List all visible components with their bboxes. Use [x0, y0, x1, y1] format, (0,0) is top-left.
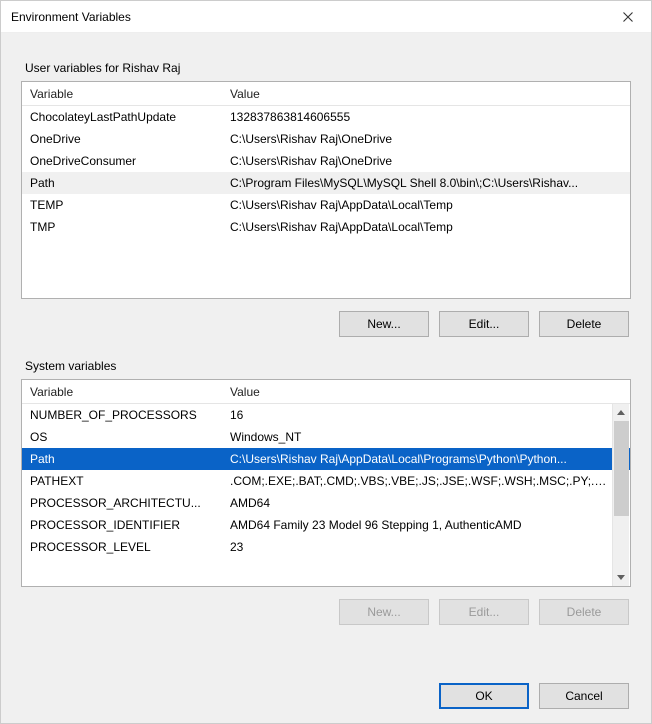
table-row[interactable]: OneDriveConsumerC:\Users\Rishav Raj\OneD…: [22, 150, 630, 172]
user-list-header[interactable]: Variable Value: [22, 82, 630, 106]
cancel-button[interactable]: Cancel: [539, 683, 629, 709]
chevron-down-icon: [617, 575, 625, 580]
cell-value: C:\Users\Rishav Raj\OneDrive: [222, 129, 630, 149]
scroll-down-arrow[interactable]: [613, 569, 629, 586]
cell-variable: PROCESSOR_ARCHITECTU...: [22, 493, 222, 513]
cell-variable: PROCESSOR_LEVEL: [22, 537, 222, 557]
table-row[interactable]: ChocolateyLastPathUpdate1328378638146065…: [22, 106, 630, 128]
system-col-value[interactable]: Value: [222, 381, 630, 403]
table-row[interactable]: TMPC:\Users\Rishav Raj\AppData\Local\Tem…: [22, 216, 630, 238]
scroll-thumb[interactable]: [614, 421, 629, 516]
user-new-button[interactable]: New...: [339, 311, 429, 337]
scroll-up-arrow[interactable]: [613, 404, 629, 421]
user-list-body: ChocolateyLastPathUpdate1328378638146065…: [22, 106, 630, 298]
cell-variable: OneDrive: [22, 129, 222, 149]
user-vars-label: User variables for Rishav Raj: [25, 61, 627, 75]
user-col-value[interactable]: Value: [222, 83, 630, 105]
table-row[interactable]: TEMPC:\Users\Rishav Raj\AppData\Local\Te…: [22, 194, 630, 216]
dialog-body: User variables for Rishav Raj Variable V…: [1, 33, 651, 723]
cell-value: 16: [222, 405, 630, 425]
cell-value: Windows_NT: [222, 427, 630, 447]
titlebar: Environment Variables: [1, 1, 651, 33]
system-vars-list[interactable]: Variable Value NUMBER_OF_PROCESSORS16OSW…: [21, 379, 631, 587]
table-row[interactable]: PATHEXT.COM;.EXE;.BAT;.CMD;.VBS;.VBE;.JS…: [22, 470, 630, 492]
window-title: Environment Variables: [11, 10, 607, 24]
user-delete-button[interactable]: Delete: [539, 311, 629, 337]
cell-variable: OS: [22, 427, 222, 447]
cell-value: AMD64 Family 23 Model 96 Stepping 1, Aut…: [222, 515, 630, 535]
cell-variable: TEMP: [22, 195, 222, 215]
cell-variable: Path: [22, 173, 222, 193]
env-vars-dialog: Environment Variables User variables for…: [0, 0, 652, 724]
cell-variable: NUMBER_OF_PROCESSORS: [22, 405, 222, 425]
user-col-variable[interactable]: Variable: [22, 83, 222, 105]
cell-variable: PROCESSOR_IDENTIFIER: [22, 515, 222, 535]
system-list-header[interactable]: Variable Value: [22, 380, 630, 404]
cell-variable: ChocolateyLastPathUpdate: [22, 107, 222, 127]
cell-value: AMD64: [222, 493, 630, 513]
close-icon: [623, 12, 633, 22]
table-row[interactable]: PathC:\Program Files\MySQL\MySQL Shell 8…: [22, 172, 630, 194]
cell-variable: OneDriveConsumer: [22, 151, 222, 171]
ok-button[interactable]: OK: [439, 683, 529, 709]
table-row[interactable]: PROCESSOR_LEVEL23: [22, 536, 630, 558]
cell-variable: Path: [22, 449, 222, 469]
cell-value: C:\Users\Rishav Raj\AppData\Local\Temp: [222, 217, 630, 237]
system-new-button[interactable]: New...: [339, 599, 429, 625]
system-delete-button[interactable]: Delete: [539, 599, 629, 625]
cell-variable: TMP: [22, 217, 222, 237]
user-button-row: New... Edit... Delete: [23, 311, 629, 337]
system-button-row: New... Edit... Delete: [23, 599, 629, 625]
cell-variable: PATHEXT: [22, 471, 222, 491]
system-edit-button[interactable]: Edit...: [439, 599, 529, 625]
table-row[interactable]: PROCESSOR_ARCHITECTU...AMD64: [22, 492, 630, 514]
footer-button-row: OK Cancel: [21, 683, 631, 709]
table-row[interactable]: PROCESSOR_IDENTIFIERAMD64 Family 23 Mode…: [22, 514, 630, 536]
cell-value: C:\Users\Rishav Raj\AppData\Local\Temp: [222, 195, 630, 215]
chevron-up-icon: [617, 410, 625, 415]
system-vars-label: System variables: [25, 359, 627, 373]
table-row[interactable]: OSWindows_NT: [22, 426, 630, 448]
system-col-variable[interactable]: Variable: [22, 381, 222, 403]
user-vars-list[interactable]: Variable Value ChocolateyLastPathUpdate1…: [21, 81, 631, 299]
cell-value: .COM;.EXE;.BAT;.CMD;.VBS;.VBE;.JS;.JSE;.…: [222, 471, 630, 491]
cell-value: C:\Users\Rishav Raj\AppData\Local\Progra…: [222, 449, 630, 469]
close-button[interactable]: [607, 2, 649, 32]
table-row[interactable]: PathC:\Users\Rishav Raj\AppData\Local\Pr…: [22, 448, 630, 470]
cell-value: 132837863814606555: [222, 107, 630, 127]
user-edit-button[interactable]: Edit...: [439, 311, 529, 337]
cell-value: C:\Program Files\MySQL\MySQL Shell 8.0\b…: [222, 173, 630, 193]
cell-value: 23: [222, 537, 630, 557]
system-list-body: NUMBER_OF_PROCESSORS16OSWindows_NTPathC:…: [22, 404, 630, 586]
system-scrollbar[interactable]: [612, 404, 629, 586]
table-row[interactable]: NUMBER_OF_PROCESSORS16: [22, 404, 630, 426]
cell-value: C:\Users\Rishav Raj\OneDrive: [222, 151, 630, 171]
table-row[interactable]: OneDriveC:\Users\Rishav Raj\OneDrive: [22, 128, 630, 150]
